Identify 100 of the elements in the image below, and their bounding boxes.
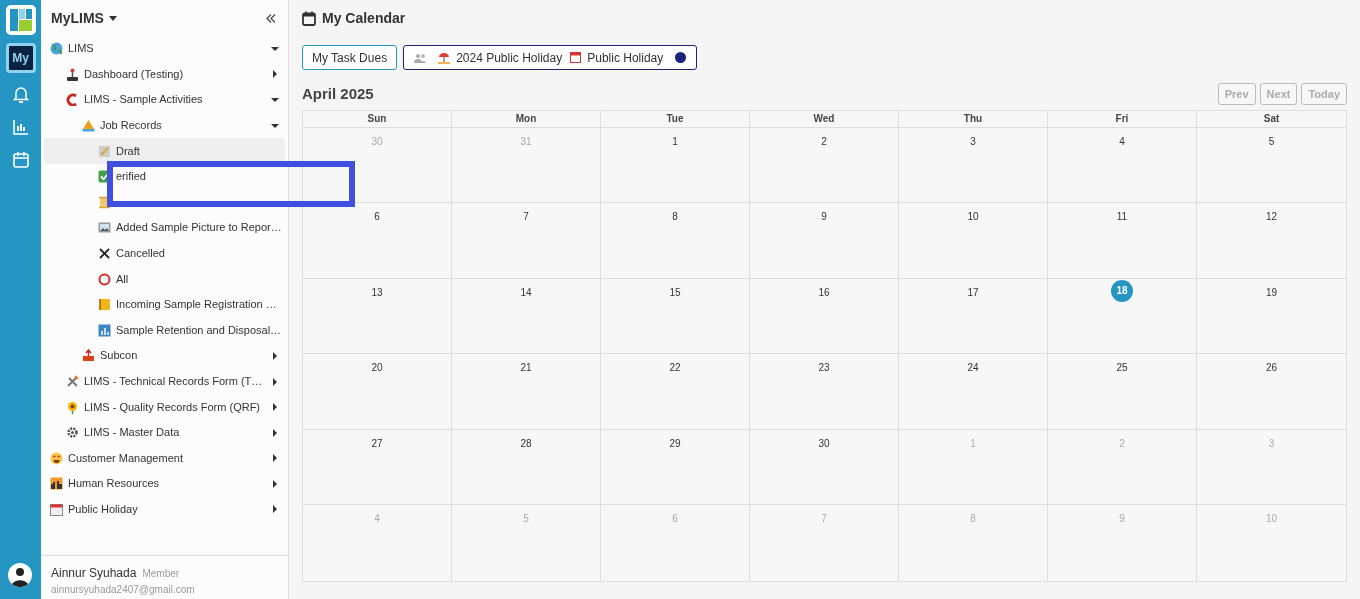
day-number: 11 <box>1116 210 1128 221</box>
day-number: 10 <box>967 210 979 221</box>
calendar-icon <box>50 503 63 516</box>
caret-icon[interactable] <box>271 121 279 130</box>
menu-item[interactable]: Cancelled <box>116 247 165 261</box>
day-number: 29 <box>669 436 681 448</box>
caret-icon[interactable] <box>271 70 279 79</box>
weekday-header: Fri <box>1048 110 1197 128</box>
day-number: 21 <box>520 361 532 372</box>
menu-item[interactable]: Sample Retention and Disposal… <box>116 323 282 337</box>
day-number: 4 <box>374 512 380 523</box>
caret-icon[interactable] <box>271 351 279 360</box>
notepad-icon <box>98 144 111 158</box>
day-number: 28 <box>520 436 532 448</box>
day-number: 23 <box>818 361 830 372</box>
notebook-icon <box>98 298 111 312</box>
calendar-icon <box>302 10 316 26</box>
day-number: 15 <box>669 285 681 297</box>
day-number: 9 <box>1119 512 1125 523</box>
legend-label: Public Holiday <box>587 49 664 67</box>
menu-item[interactable]: LIMS - Quality Records Form (QRF) <box>84 400 261 414</box>
day-number: 17 <box>967 285 979 297</box>
day-number: 8 <box>672 210 678 221</box>
menu-item[interactable]: LIMS - Master Data <box>84 426 180 440</box>
menu-item[interactable]: erified <box>116 170 146 184</box>
day-number: 1 <box>970 436 976 448</box>
menu-item[interactable]: LIMS <box>68 42 94 56</box>
bar-chart-icon[interactable] <box>12 119 29 135</box>
calendar-filter[interactable]: 2024 Public Holiday Public Holiday <box>403 45 698 70</box>
menu-item[interactable]: Human Resources <box>68 477 160 491</box>
day-number: 24 <box>967 361 979 372</box>
day-number: 13 <box>371 285 383 297</box>
settings-icon <box>66 426 79 440</box>
day-number: 5 <box>1268 134 1275 146</box>
day-number: 25 <box>1116 361 1128 372</box>
day-number: 30 <box>818 436 830 448</box>
day-number: 2 <box>821 134 827 146</box>
menu-item[interactable]: All <box>116 272 129 286</box>
task-dues-button[interactable]: My Task Dues <box>302 45 398 70</box>
today-day-number: 18 <box>1111 279 1133 302</box>
day-number: 30 <box>371 134 383 146</box>
menu-item[interactable]: Subcon <box>100 349 138 363</box>
collapse-icon[interactable] <box>266 13 276 23</box>
menu-item[interactable]: LIMS - Technical Records Form (T… <box>84 375 263 388</box>
globe-icon <box>50 42 63 56</box>
menu-item[interactable]: Dashboard (Testing) <box>84 67 184 81</box>
scroll-icon[interactable] <box>98 195 111 209</box>
smiley-icon <box>50 451 63 465</box>
app-logo[interactable] <box>5 5 36 35</box>
day-number: 20 <box>371 361 383 372</box>
day-number: 10 <box>1265 512 1278 523</box>
day-number: 27 <box>371 436 383 448</box>
menu-item[interactable]: Customer Management <box>68 451 183 465</box>
user-role: Member <box>142 567 180 581</box>
weekday-header: Sun <box>303 110 452 128</box>
avatar-silhouette <box>8 563 32 587</box>
caret-icon[interactable] <box>271 403 279 412</box>
user-name: Ainnur Syuhada <box>51 565 137 582</box>
day-number: 6 <box>672 512 678 523</box>
caret-icon[interactable] <box>271 505 279 514</box>
legend-label: 2024 Public Holiday <box>456 49 563 67</box>
weekday-header: Mon <box>452 110 601 128</box>
menu-item[interactable]: LIMS - Sample Activities <box>84 93 203 107</box>
menu-item[interactable]: Incoming Sample Registration … <box>116 298 277 312</box>
day-number: 7 <box>523 210 529 221</box>
caret-icon[interactable] <box>271 44 279 53</box>
weekday-header: Tue <box>601 110 750 128</box>
menu-item[interactable]: Job Records <box>100 119 162 133</box>
day-number: 12 <box>1265 210 1278 221</box>
day-number: 14 <box>520 285 532 297</box>
month-title: April 2025 <box>302 84 374 104</box>
caret-icon[interactable] <box>271 454 279 463</box>
beach-umbrella-icon <box>438 51 451 64</box>
workspace-title[interactable]: MyLIMS <box>51 7 104 29</box>
menu-item[interactable]: Added Sample Picture to Repor… <box>116 221 282 235</box>
caret-icon[interactable] <box>271 377 279 386</box>
day-number: 4 <box>1119 134 1125 146</box>
day-number: 3 <box>1268 436 1275 448</box>
chart-icon <box>98 323 111 337</box>
user-email: ainnursyuhada2407@gmail.com <box>51 583 196 597</box>
day-number: 31 <box>520 134 532 146</box>
day-number: 1 <box>672 134 678 146</box>
weekday-header: Sat <box>1197 110 1346 128</box>
tools-icon <box>66 375 79 388</box>
cross-icon <box>98 247 111 261</box>
flower-icon <box>66 400 79 414</box>
notification-icon[interactable] <box>12 85 29 103</box>
weekday-header: Thu <box>899 110 1048 128</box>
menu-item[interactable]: Public Holiday <box>68 503 138 516</box>
day-number: 9 <box>821 210 827 221</box>
caret-icon[interactable] <box>271 479 279 488</box>
menu-item[interactable]: Draft <box>44 138 285 164</box>
calendar-icon[interactable] <box>12 151 29 168</box>
day-number: 16 <box>818 285 830 297</box>
caret-icon[interactable] <box>108 15 117 21</box>
weekday-header: Wed <box>750 110 899 128</box>
my-space-tab[interactable]: My <box>5 43 36 73</box>
caret-icon[interactable] <box>271 96 279 104</box>
cityscape-icon <box>50 477 63 491</box>
caret-icon[interactable] <box>271 428 279 437</box>
